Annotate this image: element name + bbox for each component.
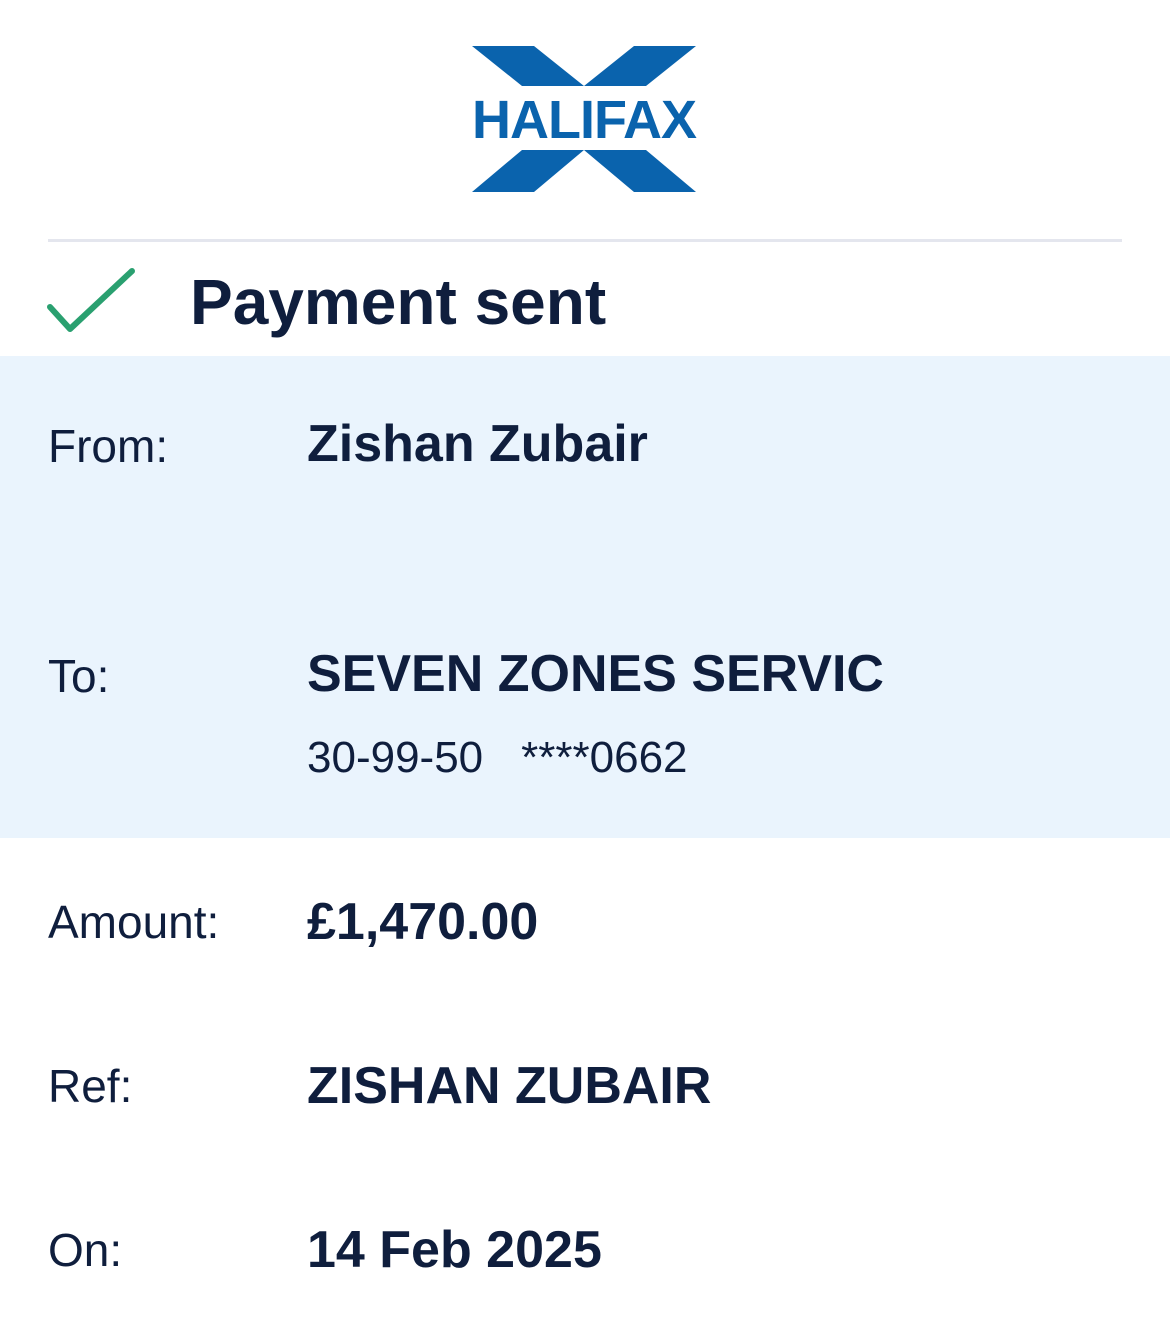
payment-confirmation-page: HALIFAX Payment sent From: Zishan Zubair… bbox=[0, 0, 1170, 1332]
amount-label: Amount: bbox=[48, 896, 220, 948]
amount-value: £1,470.00 bbox=[307, 893, 539, 951]
from-value: Zishan Zubair bbox=[307, 415, 648, 473]
status-title: Payment sent bbox=[190, 266, 607, 338]
header: HALIFAX bbox=[0, 0, 1170, 240]
to-account-details: 30-99-50 ****0662 bbox=[307, 732, 688, 784]
from-label: From: bbox=[48, 420, 169, 472]
checkmark-icon bbox=[47, 268, 135, 332]
on-value: 14 Feb 2025 bbox=[307, 1221, 602, 1279]
to-value: SEVEN ZONES SERVIC bbox=[307, 645, 884, 703]
on-label: On: bbox=[48, 1224, 123, 1276]
ref-label: Ref: bbox=[48, 1060, 133, 1112]
account-number: ****0662 bbox=[521, 733, 688, 782]
to-label: To: bbox=[48, 650, 110, 702]
sort-code: 30-99-50 bbox=[307, 733, 484, 782]
halifax-logo-wordmark: HALIFAX bbox=[472, 90, 697, 150]
payment-status: Payment sent bbox=[0, 245, 1170, 356]
header-divider bbox=[48, 239, 1122, 242]
ref-value: ZISHAN ZUBAIR bbox=[307, 1057, 712, 1115]
